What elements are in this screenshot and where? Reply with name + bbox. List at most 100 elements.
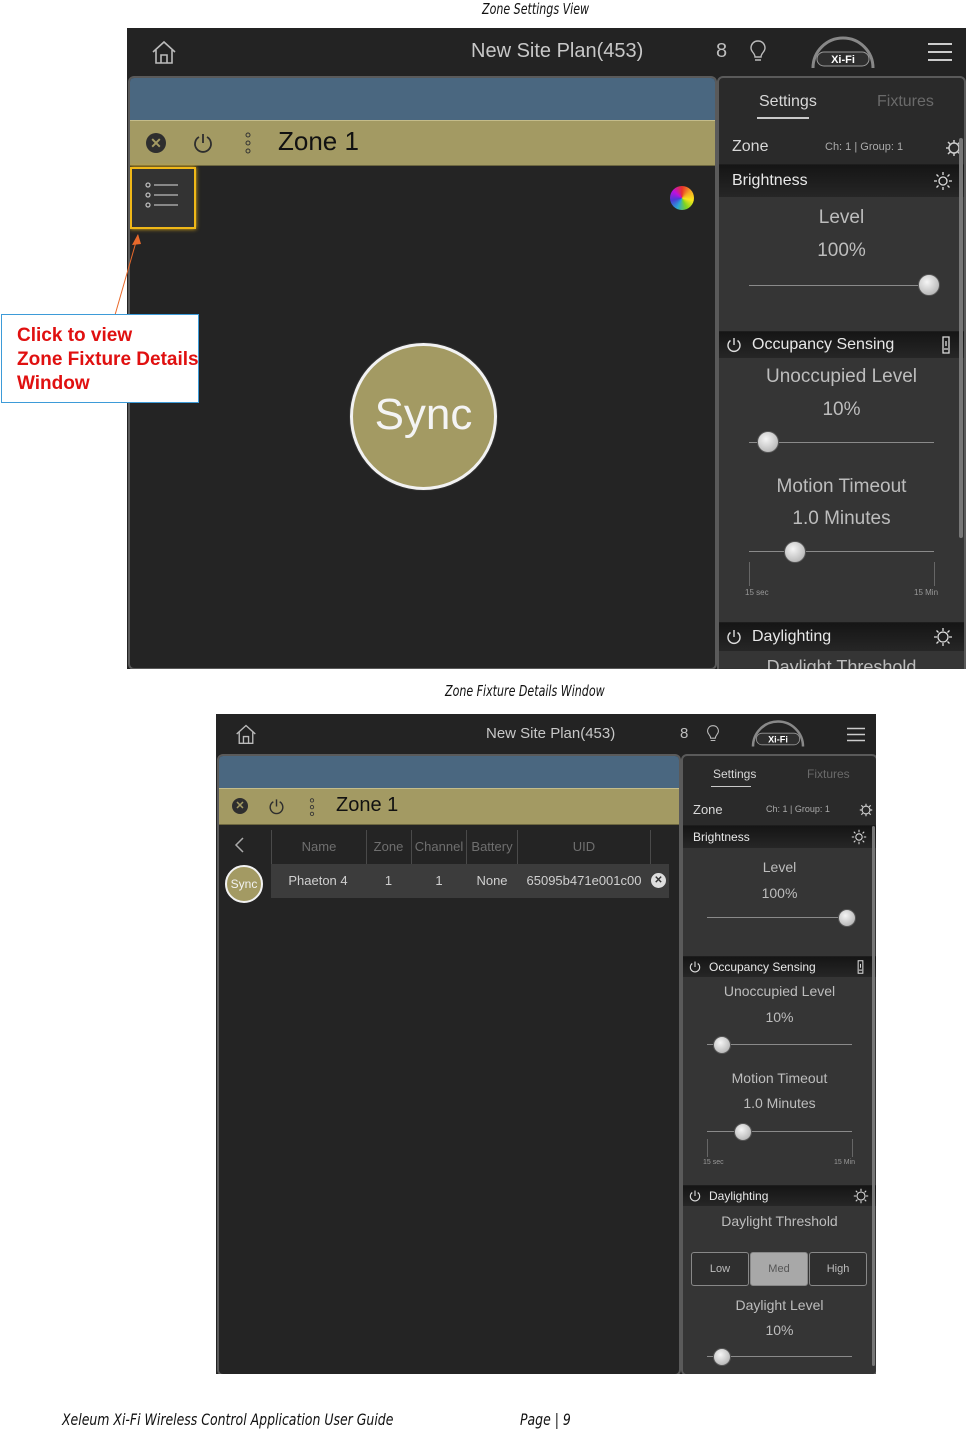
brightness-level-label: Level bbox=[818, 207, 865, 228]
sync-button[interactable]: Sync bbox=[350, 343, 497, 490]
threshold-med-button[interactable]: Med bbox=[750, 1252, 808, 1286]
back-chevron-icon[interactable] bbox=[233, 836, 245, 854]
motion-timeout-value: 1.0 Minutes bbox=[792, 508, 891, 529]
unoccupied-level-value: 10% bbox=[822, 399, 861, 420]
settings-side-pane: Settings Fixtures Zone Ch: 1 | Group: 1 … bbox=[681, 754, 876, 1374]
more-options-icon[interactable] bbox=[308, 797, 316, 819]
site-count: 8 bbox=[680, 725, 689, 742]
timeout-slider-track[interactable] bbox=[707, 1131, 852, 1132]
sun-icon bbox=[934, 172, 952, 190]
column-header-uid[interactable]: UID bbox=[518, 830, 651, 864]
timeout-slider-track[interactable] bbox=[749, 551, 934, 552]
remove-fixture-icon[interactable]: ✕ bbox=[651, 873, 666, 888]
home-icon[interactable] bbox=[234, 723, 258, 745]
tab-settings[interactable]: Settings bbox=[759, 93, 817, 111]
unoccupied-level-value: 10% bbox=[765, 1009, 794, 1025]
occupancy-section: Occupancy Sensing Unoccupied Level 10% M… bbox=[683, 956, 876, 1185]
callout-line-3: Window bbox=[17, 373, 90, 394]
more-options-icon[interactable] bbox=[244, 131, 252, 157]
hamburger-menu-icon[interactable] bbox=[846, 727, 866, 742]
column-header-zone[interactable]: Zone bbox=[366, 830, 412, 864]
site-plan-title: New Site Plan(453) bbox=[471, 40, 644, 62]
lightbulb-icon[interactable] bbox=[706, 724, 720, 743]
callout-line-2: Zone Fixture Details bbox=[17, 349, 199, 370]
close-zone-icon[interactable]: ✕ bbox=[146, 133, 166, 153]
daylight-sensor-icon bbox=[853, 1188, 869, 1204]
lightbulb-icon[interactable] bbox=[749, 39, 767, 63]
zone-blue-header bbox=[219, 756, 679, 788]
power-icon[interactable] bbox=[191, 131, 215, 155]
unoccupied-level-label: Unoccupied Level bbox=[765, 366, 918, 387]
threshold-low-button[interactable]: Low bbox=[691, 1252, 749, 1286]
brightness-slider-knob[interactable] bbox=[918, 274, 940, 296]
list-icon bbox=[145, 182, 178, 208]
occupancy-title: Occupancy Sensing bbox=[752, 336, 895, 353]
column-header-battery[interactable]: Battery bbox=[467, 830, 518, 864]
timeout-min-label: 15 sec bbox=[703, 1159, 724, 1166]
site-plan-title: New Site Plan(453) bbox=[486, 725, 616, 742]
close-zone-icon[interactable]: ✕ bbox=[232, 798, 248, 814]
brightness-section: Brightness Level 100% bbox=[683, 825, 876, 956]
tab-fixtures[interactable]: Fixtures bbox=[877, 93, 934, 111]
hamburger-menu-icon[interactable] bbox=[927, 42, 953, 62]
color-wheel-icon[interactable] bbox=[670, 186, 694, 210]
power-icon[interactable] bbox=[688, 1189, 702, 1203]
brightness-section: Brightness Level 100% bbox=[719, 164, 964, 331]
timeout-tick-max bbox=[934, 562, 935, 586]
home-icon[interactable] bbox=[150, 39, 178, 65]
caption-zone-fixture-details: Zone Fixture Details Window bbox=[445, 682, 605, 700]
brightness-header: Brightness bbox=[683, 826, 876, 848]
callout-box: Click to view Zone Fixture Details Windo… bbox=[1, 314, 199, 403]
daylighting-header: Daylighting bbox=[719, 623, 964, 651]
timeout-slider-knob[interactable] bbox=[734, 1123, 753, 1141]
timeout-max-label: 15 Min bbox=[914, 588, 939, 597]
unoccupied-slider-knob[interactable] bbox=[756, 431, 779, 453]
power-icon[interactable] bbox=[267, 797, 286, 816]
power-icon[interactable] bbox=[725, 628, 743, 646]
occupancy-title: Occupancy Sensing bbox=[709, 960, 816, 974]
threshold-high-button[interactable]: High bbox=[809, 1252, 867, 1286]
table-row[interactable]: Phaeton 4 1 1 None 65095b471e001c00 ✕ bbox=[271, 864, 669, 898]
side-scrollbar[interactable] bbox=[959, 138, 963, 538]
unoccupied-slider-knob[interactable] bbox=[712, 1036, 731, 1054]
brightness-slider-track[interactable] bbox=[749, 285, 929, 286]
brightness-slider-knob[interactable] bbox=[838, 909, 856, 927]
cell-battery: None bbox=[476, 873, 508, 888]
zone-settings-header: Zone Ch: 1 | Group: 1 bbox=[719, 134, 964, 164]
fixture-list-button[interactable] bbox=[130, 167, 196, 229]
brightness-slider-track[interactable] bbox=[707, 917, 847, 918]
timeout-tick-min bbox=[707, 1139, 708, 1157]
side-scrollbar[interactable] bbox=[872, 826, 875, 1366]
daylighting-header: Daylighting bbox=[683, 1186, 876, 1206]
daylight-level-label: Daylight Level bbox=[735, 1297, 824, 1313]
daylighting-section: Daylighting Daylight Threshold bbox=[719, 622, 964, 669]
callout-arrow bbox=[114, 234, 141, 316]
cell-zone: 1 bbox=[384, 873, 393, 888]
top-bar: New Site Plan(453) 8 Xi-Fi bbox=[216, 714, 876, 754]
timeout-slider-knob[interactable] bbox=[784, 541, 807, 563]
motion-sensor-icon bbox=[942, 336, 950, 354]
occupancy-header: Occupancy Sensing bbox=[719, 332, 964, 358]
column-header-channel[interactable]: Channel bbox=[412, 830, 467, 864]
tab-fixtures[interactable]: Fixtures bbox=[807, 767, 850, 781]
brightness-title: Brightness bbox=[732, 172, 808, 189]
motion-timeout-value: 1.0 Minutes bbox=[743, 1095, 816, 1111]
column-header-name[interactable]: Name bbox=[271, 830, 367, 864]
footer-guide-title: Xeleum Xi-Fi Wireless Control Applicatio… bbox=[62, 1410, 394, 1429]
power-icon[interactable] bbox=[688, 960, 702, 974]
daylighting-section: Daylighting Daylight Threshold Low Med H… bbox=[683, 1185, 876, 1374]
brightness-header: Brightness bbox=[719, 165, 964, 197]
tab-settings[interactable]: Settings bbox=[713, 767, 756, 781]
site-count: 8 bbox=[716, 40, 728, 62]
channel-group-label: Ch: 1 | Group: 1 bbox=[825, 141, 904, 153]
zone-main-pane: ✕ Zone 1 Sync bbox=[128, 76, 717, 669]
occupancy-section: Occupancy Sensing Unoccupied Level 10% M… bbox=[719, 331, 964, 622]
brightness-title: Brightness bbox=[693, 830, 750, 844]
daylight-slider-knob[interactable] bbox=[712, 1348, 731, 1366]
zone-settings-screenshot: New Site Plan(453) 8 Xi-Fi ✕ Zone 1 Sync… bbox=[127, 28, 966, 669]
sync-button[interactable]: Sync bbox=[225, 865, 263, 903]
gear-icon[interactable] bbox=[859, 803, 873, 817]
power-icon[interactable] bbox=[725, 336, 743, 354]
timeout-max-label: 15 Min bbox=[834, 1159, 856, 1166]
timeout-tick-min bbox=[749, 562, 750, 586]
